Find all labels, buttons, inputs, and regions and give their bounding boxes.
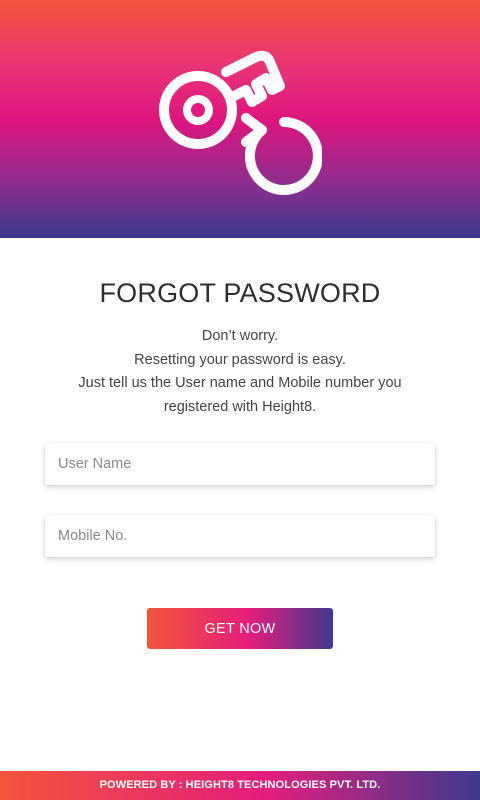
instructions-line: Don’t worry.: [201, 328, 279, 344]
username-input[interactable]: [45, 443, 435, 485]
instructions-text: Don’t worry. Resetting your password is …: [60, 325, 420, 419]
username-field: [45, 443, 435, 485]
footer-powered-by: POWERED BY : HEIGHT8 TECHNOLOGIES PVT. L…: [0, 771, 480, 800]
header-banner: [0, 0, 480, 238]
get-now-button[interactable]: GET NOW: [147, 608, 333, 649]
mobile-field: [45, 515, 435, 557]
key-reset-icon: [159, 50, 322, 195]
instructions-line: registered with Height8.: [163, 398, 317, 415]
page-title: FORGOT PASSWORD: [99, 278, 381, 308]
instructions-line: Resetting your password is easy.: [134, 351, 346, 368]
mobile-input[interactable]: [45, 515, 435, 557]
instructions-line: Just tell us the User name and Mobile nu…: [78, 375, 402, 391]
forgot-password-screen: FORGOT PASSWORD Don’t worry. Resetting y…: [0, 0, 480, 800]
